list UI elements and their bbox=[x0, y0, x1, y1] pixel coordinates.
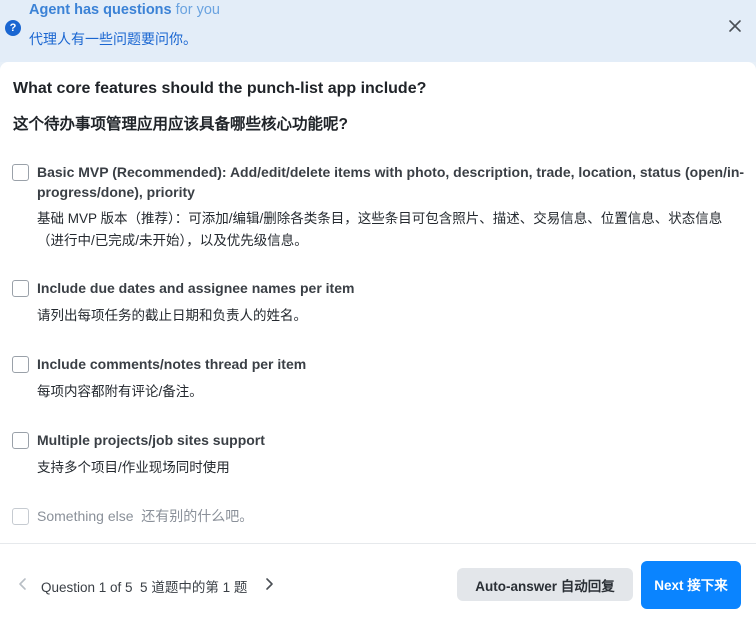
option-translation: 请列出每项任务的截止日期和负责人的姓名。 bbox=[37, 308, 307, 323]
banner-title: Agent has questions for you bbox=[29, 2, 220, 18]
option-due-dates-assignees[interactable]: Include due dates and assignee names per… bbox=[12, 278, 746, 328]
option-translation: 每项内容都附有评论/备注。 bbox=[37, 384, 203, 399]
option-checkbox[interactable] bbox=[12, 432, 29, 449]
option-basic-mvp[interactable]: Basic MVP (Recommended): Add/edit/delete… bbox=[12, 162, 746, 252]
question-counter: Question 1 of 5 5 道题中的第 1 题 bbox=[41, 580, 248, 595]
question-title: What core features should the punch-list… bbox=[13, 80, 427, 97]
option-comments-notes[interactable]: Include comments/notes thread per item 每… bbox=[12, 354, 746, 404]
banner-subtitle: 代理人有一些问题要问你。 bbox=[29, 31, 197, 47]
option-label: Include comments/notes thread per item bbox=[37, 356, 307, 372]
chevron-left-icon[interactable] bbox=[16, 577, 30, 591]
agent-questions-banner: ? Agent has questions for you 代理人有一些问题要问… bbox=[0, 0, 756, 62]
option-checkbox[interactable] bbox=[12, 280, 29, 297]
question-card: What core features should the punch-list… bbox=[0, 62, 756, 543]
chevron-right-icon[interactable] bbox=[262, 577, 276, 591]
option-checkbox[interactable] bbox=[12, 164, 29, 181]
question-mark-icon: ? bbox=[5, 20, 21, 36]
option-something-else[interactable]: Something else 还有别的什么吧。 bbox=[12, 506, 746, 530]
option-label: Include due dates and assignee names per… bbox=[37, 280, 355, 296]
auto-answer-button[interactable]: Auto-answer 自动回复 bbox=[457, 568, 633, 601]
question-footer: Question 1 of 5 5 道题中的第 1 题 Auto-answer … bbox=[0, 543, 756, 628]
option-translation: 基础 MVP 版本（推荐）：可添加/编辑/删除各类条目，这些条目可包含照片、描述… bbox=[37, 211, 723, 248]
option-label: Multiple projects/job sites support bbox=[37, 432, 265, 448]
option-checkbox[interactable] bbox=[12, 508, 29, 525]
next-button[interactable]: Next 接下来 bbox=[641, 561, 741, 609]
option-multiple-projects[interactable]: Multiple projects/job sites support 支持多个… bbox=[12, 430, 746, 480]
option-checkbox[interactable] bbox=[12, 356, 29, 373]
option-translation: 支持多个项目/作业现场同时使用 bbox=[37, 460, 230, 475]
option-label: Basic MVP (Recommended): Add/edit/delete… bbox=[37, 164, 745, 200]
option-label: Something else 还有别的什么吧。 bbox=[37, 508, 254, 524]
close-icon[interactable] bbox=[728, 19, 742, 33]
question-title-translation: 这个待办事项管理应用应该具备哪些核心功能呢? bbox=[13, 116, 348, 133]
